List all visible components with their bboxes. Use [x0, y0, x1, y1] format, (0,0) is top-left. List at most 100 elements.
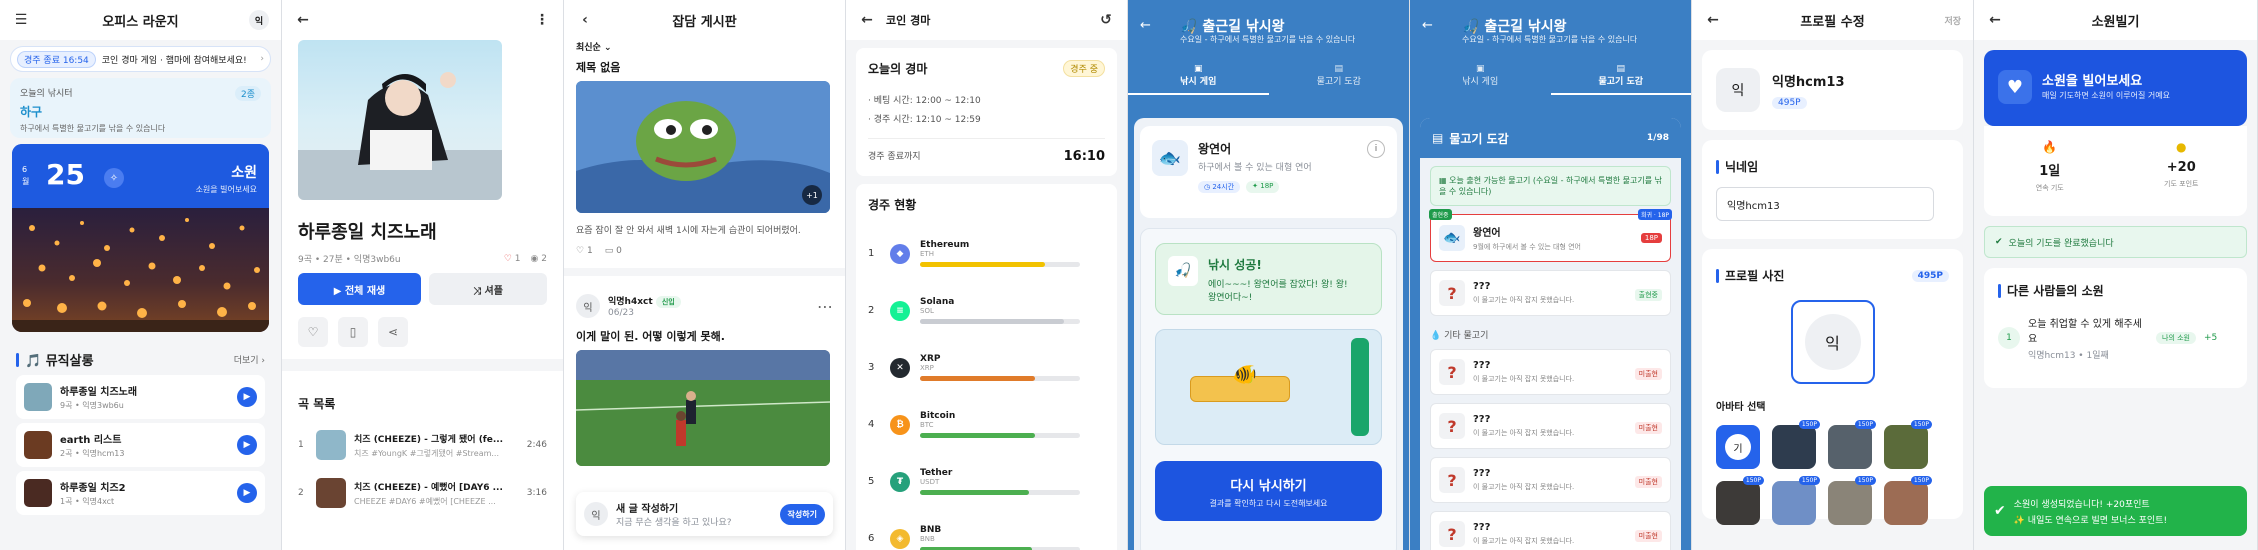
fishing-pond[interactable]: 🐠: [1155, 329, 1382, 445]
coin-logo-icon: ₿: [890, 414, 910, 435]
playlist-title: 하루종일 치즈노래: [298, 222, 437, 243]
info-icon[interactable]: i: [1367, 140, 1385, 158]
shuffle-button[interactable]: ⤨ 셔플: [429, 273, 547, 305]
coin-row[interactable]: 3 ✕ XRP XRP: [868, 339, 1105, 396]
back-arrow-icon[interactable]: ‹: [576, 11, 594, 29]
back-arrow-icon[interactable]: ←: [1704, 11, 1722, 29]
wish-item[interactable]: 1 오늘 취업할 수 있게 해주세요 익명hcm13 • 1일째 나의 소원 +5: [1998, 315, 2233, 361]
post-card[interactable]: 제목 없음 +1 요즘 잠이 잘 안 와서 새벽 1시에 자는게 습관이 되어버…: [564, 59, 845, 256]
back-arrow-icon[interactable]: ←: [1140, 18, 1151, 33]
fish-entry-locked[interactable]: ? ??? 이 물고기는 아직 잡지 못했습니다. 출현중: [1430, 270, 1671, 316]
coin-row[interactable]: 6 ◈ BNB BNB: [868, 510, 1105, 550]
avatar-option[interactable]: 기: [1716, 425, 1760, 469]
post-card[interactable]: 익 익명h4xct 신입 06/23 ⋯ 이게 말이 된. 어떻 이렇게 못해.: [564, 294, 845, 466]
coin-name: XRP: [920, 354, 941, 364]
track-number: 2: [298, 488, 304, 498]
post-date: 06/23: [608, 308, 634, 318]
flame-icon: 🔥: [2042, 140, 2058, 154]
race-time: · 경주 시간: 12:10 ~ 12:59: [868, 115, 981, 125]
coin-row[interactable]: 2 ≡ Solana SOL: [868, 282, 1105, 339]
fish-entry-caught[interactable]: 출현중 희귀 · 18P 🐟 왕연어 9월에 하구에서 볼 수 있는 대형 연어 …: [1429, 209, 1672, 262]
coin-row[interactable]: 1 ◆ Ethereum ETH: [868, 225, 1105, 282]
coin-rank: 3: [868, 362, 875, 373]
fish-entry-locked[interactable]: ???? 이 물고기는 아직 잡지 못했습니다. 미출현: [1430, 457, 1671, 503]
tab-fishing-game[interactable]: ▣ 낚시 게임: [1410, 60, 1551, 95]
like-count[interactable]: ♡ 1: [504, 254, 521, 264]
wish-card[interactable]: 6월 25 ✧ 소원 소원을 빌어보세요: [12, 144, 269, 332]
song-item[interactable]: earth 리스트 2곡 • 익명hcm13 ▶: [16, 423, 265, 467]
avatar-option[interactable]: 150P: [1884, 476, 1932, 525]
play-icon[interactable]: ▶: [237, 435, 257, 455]
avatar-option[interactable]: 150P: [1884, 420, 1932, 469]
post-image: +1: [576, 81, 830, 213]
tab-fishing-game[interactable]: ▣ 낚시 게임: [1128, 60, 1269, 95]
post-like[interactable]: ♡ 1: [576, 246, 593, 256]
page-subtitle: 수요일 - 하구에서 특별한 물고기를 낚을 수 있습니다: [1462, 35, 1638, 44]
droplet-icon: 💧: [1430, 331, 1442, 341]
more-horizontal-icon[interactable]: ⋯: [817, 297, 833, 316]
avatar[interactable]: 익: [249, 10, 269, 30]
tab-fish-dex[interactable]: ▤ 물고기 도감: [1269, 60, 1410, 95]
track-row[interactable]: 1 치즈 (CHEEZE) - 그렇게 됐어 (fe... 치즈 #YoungK …: [298, 426, 547, 464]
fish-name: ???: [1473, 360, 1491, 371]
chevron-down-icon: ⌄: [603, 43, 612, 53]
other-fish-header: 💧 기타 물고기: [1430, 331, 1489, 341]
wish-text: 오늘 취업할 수 있게 해주세요: [2028, 319, 2142, 345]
share-icon[interactable]: ⋖: [378, 317, 408, 347]
fishing-card[interactable]: 오늘의 낚시터 2종 하구 하구에서 특별한 물고기를 낚을 수 있습니다: [10, 78, 271, 138]
song-item[interactable]: 하루종일 치즈2 1곡 • 익명4xct ▶: [16, 471, 265, 515]
wish-label: 소원: [231, 165, 257, 181]
play-all-button[interactable]: ▶ 전체 재생: [298, 273, 421, 305]
book-icon: ▤: [1334, 64, 1343, 74]
track-number: 1: [298, 440, 304, 450]
play-icon[interactable]: ▶: [237, 483, 257, 503]
status-badge: 미출현: [1634, 368, 1662, 380]
heart-icon[interactable]: ♡: [298, 317, 328, 347]
bookmark-icon[interactable]: ▯: [338, 317, 368, 347]
tab-fish-dex[interactable]: ▤ 물고기 도감: [1550, 60, 1691, 95]
more-vertical-icon[interactable]: ⋮: [533, 11, 551, 29]
track-row[interactable]: 2 치즈 (CHEEZE) - 예뻤어 [DAY6 ... CHEEZE #DAY…: [298, 474, 547, 512]
coin-row[interactable]: 5 ₮ Tether USDT: [868, 453, 1105, 510]
fish-entry-locked[interactable]: ???? 이 물고기는 아직 잡지 못했습니다. 미출현: [1430, 403, 1671, 449]
song-thumbnail: [24, 383, 52, 411]
coin-symbol: BNB: [920, 535, 935, 543]
coin-row[interactable]: 4 ₿ Bitcoin BTC: [868, 396, 1105, 453]
nickname-input[interactable]: 익명hcm13: [1716, 187, 1934, 221]
fishing-icon: 🎣: [1168, 256, 1198, 286]
fishing-header: ← 🎣 출근길 낚시왕 수요일 - 하구에서 특별한 물고기를 낚을 수 있습니…: [1410, 0, 1691, 118]
back-arrow-icon[interactable]: ←: [1422, 18, 1433, 33]
header: ← 코인 경마 ↺: [846, 0, 1127, 40]
song-item[interactable]: 하루종일 치즈노래 9곡 • 익명3wb6u ▶: [16, 375, 265, 419]
track-thumbnail: [316, 478, 346, 508]
progress-fill: [920, 433, 1036, 438]
coin-symbol: USDT: [920, 478, 940, 486]
success-toast: ✔ 소원이 생성되었습니다! +20포인트 ✨ 내일도 연속으로 빌면 보너스 포…: [1984, 486, 2247, 536]
avatar-option[interactable]: 150P: [1828, 420, 1876, 469]
book-icon: ▤: [1432, 131, 1444, 145]
wish-plus-count[interactable]: +5: [2204, 333, 2217, 343]
back-arrow-icon[interactable]: ←: [1986, 11, 2004, 29]
avatar-option[interactable]: 150P: [1772, 420, 1820, 469]
avatar-option[interactable]: 150P: [1716, 476, 1764, 525]
save-button[interactable]: 저장: [1944, 14, 1961, 27]
race-status-badge: 경주 중: [1063, 60, 1105, 77]
fish-entry-locked[interactable]: ???? 이 물고기는 아직 잡지 못했습니다. 미출현: [1430, 511, 1671, 550]
fish-entry-locked[interactable]: ???? 이 물고기는 아직 잡지 못했습니다. 미출현: [1430, 349, 1671, 395]
avatar-option[interactable]: 150P: [1828, 476, 1876, 525]
history-icon[interactable]: ↺: [1097, 11, 1115, 29]
compose-bar[interactable]: 익 새 글 작성하기 지금 무슨 생각을 하고 있나요? 작성하기: [576, 492, 833, 536]
play-icon[interactable]: ▶: [237, 387, 257, 407]
menu-icon[interactable]: ☰: [12, 11, 30, 29]
post-comment[interactable]: ▭ 0: [605, 246, 622, 256]
sort-dropdown[interactable]: 최신순 ⌄: [576, 40, 833, 53]
music-more-link[interactable]: 더보기 ›: [234, 353, 265, 366]
avatar-option[interactable]: 150P: [1772, 476, 1820, 525]
write-post-button[interactable]: 작성하기: [779, 503, 825, 525]
race-banner[interactable]: 경주 종료 16:54 코인 경마 게임 · 햄마에 참여해보세요! ›: [10, 46, 271, 72]
coin-symbol: XRP: [920, 364, 934, 372]
fish-points-badge: ✦ 18P: [1246, 181, 1280, 193]
back-arrow-icon[interactable]: ←: [294, 11, 312, 29]
back-arrow-icon[interactable]: ←: [858, 11, 876, 29]
fish-again-button[interactable]: 다시 낚시하기 결과를 확인하고 다시 도전해보세요: [1155, 461, 1382, 521]
